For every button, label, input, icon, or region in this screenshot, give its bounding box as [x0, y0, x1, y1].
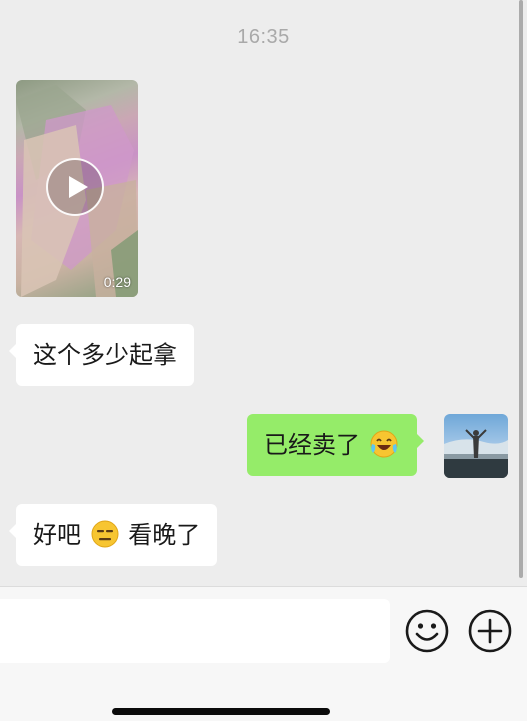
more-button[interactable]: [468, 609, 512, 653]
video-message[interactable]: 0:29: [16, 80, 138, 297]
message-text: 这个多少起拿: [33, 341, 177, 369]
smiley-face-icon: [405, 609, 449, 653]
incoming-message-bubble[interactable]: 这个多少起拿: [9, 324, 194, 386]
avatar-image: [444, 429, 508, 478]
message-text: 看晚了: [128, 521, 201, 549]
message-text: 好吧: [33, 521, 81, 549]
scrollbar[interactable]: [519, 0, 523, 578]
incoming-message-bubble[interactable]: 好吧 看晚了: [8, 504, 218, 566]
avatar[interactable]: [444, 414, 508, 478]
plus-circle-icon: [468, 609, 512, 653]
message-text: 已经卖了: [264, 431, 360, 459]
laughing-crying-emoji-icon: [370, 430, 398, 458]
message-timestamp: 16:35: [237, 26, 290, 48]
message-input[interactable]: [0, 599, 390, 663]
outgoing-message-bubble[interactable]: 已经卖了: [247, 414, 424, 476]
home-indicator[interactable]: [112, 708, 330, 715]
input-bar: [0, 586, 527, 721]
emoji-button[interactable]: [405, 609, 449, 653]
video-duration: 0:29: [103, 274, 131, 290]
play-icon[interactable]: [46, 158, 104, 216]
expressionless-emoji-icon: [91, 520, 119, 548]
